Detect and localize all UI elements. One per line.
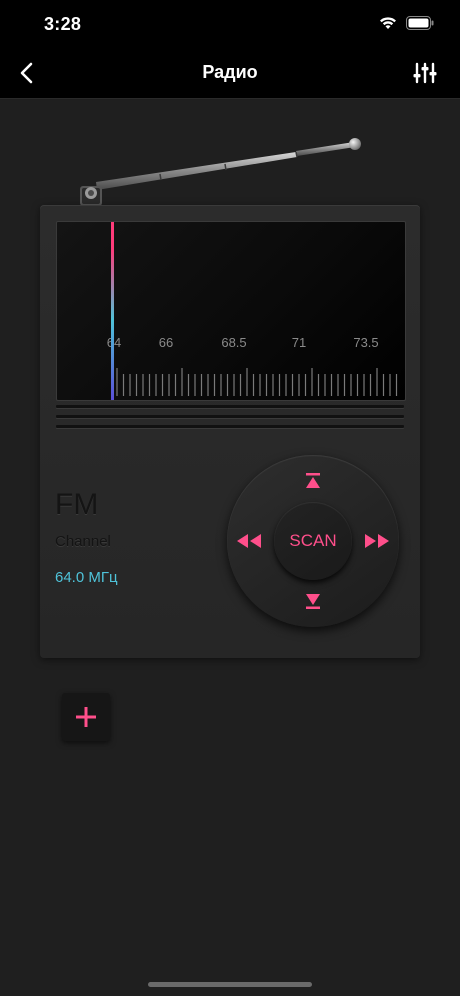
dial-label-64: 64 <box>106 335 122 350</box>
control-wheel: SCAN <box>227 455 399 627</box>
scan-button[interactable]: SCAN <box>274 502 352 580</box>
page-title: Радио <box>202 62 258 82</box>
equalizer-icon <box>413 62 437 84</box>
plus-icon <box>76 707 96 727</box>
speaker-grille <box>56 405 404 439</box>
wifi-icon <box>378 15 398 35</box>
skip-up-icon <box>306 473 320 488</box>
rewind-icon <box>237 534 261 548</box>
dial-label-71: 71 <box>291 335 307 350</box>
status-icons <box>378 15 434 35</box>
status-bar: 3:28 <box>0 0 460 48</box>
dial-label-68-5: 68.5 <box>221 335 247 350</box>
dial-label-73-5: 73.5 <box>353 335 379 350</box>
seek-down-button[interactable] <box>293 581 333 621</box>
fast-forward-icon <box>365 534 389 548</box>
equalizer-button[interactable] <box>410 58 440 88</box>
radio-panel: 64 66 68.5 71 73.5 FM Channel 64.0 МГц S… <box>40 205 420 658</box>
band-label: FM <box>55 488 99 521</box>
home-indicator <box>148 982 312 987</box>
tuning-needle[interactable] <box>111 222 114 400</box>
fast-forward-button[interactable] <box>357 521 397 561</box>
status-time: 3:28 <box>44 14 82 34</box>
frequency-readout: 64.0 МГц <box>55 569 118 586</box>
seek-up-button[interactable] <box>293 461 333 501</box>
navigation-bar: Радио <box>0 48 460 99</box>
rewind-button[interactable] <box>229 521 269 561</box>
add-station-button[interactable] <box>62 693 110 741</box>
channel-label: Channel <box>55 533 111 550</box>
dial-ticks <box>116 368 398 396</box>
dial-label-66: 66 <box>158 335 174 350</box>
frequency-dial[interactable]: 64 66 68.5 71 73.5 <box>56 221 406 401</box>
battery-icon <box>406 15 434 35</box>
skip-down-icon <box>306 594 320 609</box>
